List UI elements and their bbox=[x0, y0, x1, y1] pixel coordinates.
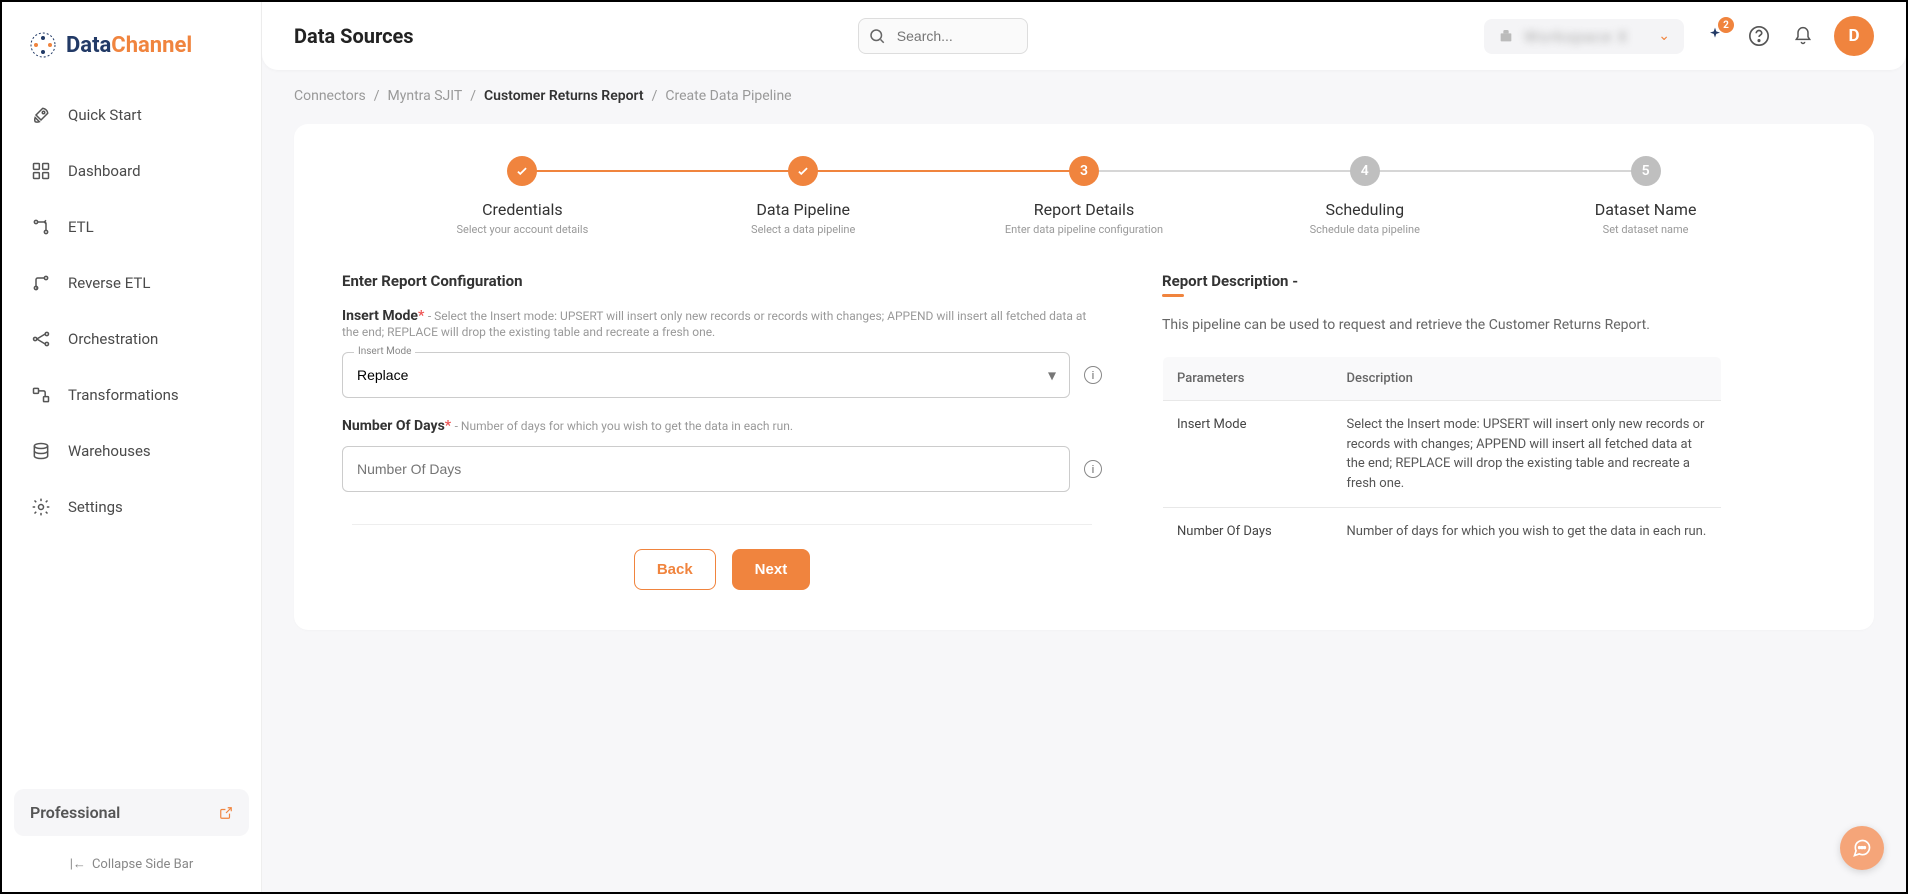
info-icon[interactable]: i bbox=[1084, 460, 1102, 478]
org-name: Workspace X bbox=[1524, 27, 1648, 46]
page-title: Data Sources bbox=[294, 24, 414, 48]
topbar: Data Sources Workspace X ⌄ 2 bbox=[262, 2, 1906, 70]
sidebar-item-label: Dashboard bbox=[68, 162, 141, 180]
collapse-sidebar[interactable]: |← Collapse Side Bar bbox=[14, 856, 249, 872]
logo-text-2: Channel bbox=[111, 33, 192, 58]
next-button[interactable]: Next bbox=[732, 549, 811, 590]
description-column: Report Description - This pipeline can b… bbox=[1162, 272, 1722, 590]
step-scheduling[interactable]: 4 Scheduling Schedule data pipeline bbox=[1224, 156, 1505, 236]
sidebar-item-label: Warehouses bbox=[68, 442, 151, 460]
orchestration-icon bbox=[30, 328, 52, 350]
step-credentials[interactable]: Credentials Select your account details bbox=[382, 156, 663, 236]
nav: Quick Start Dashboard ETL Reverse ETL Or… bbox=[14, 90, 249, 532]
step-data-pipeline[interactable]: Data Pipeline Select a data pipeline bbox=[663, 156, 944, 236]
top-right: Workspace X ⌄ 2 D bbox=[1484, 16, 1874, 56]
step-report-details[interactable]: 3 Report Details Enter data pipeline con… bbox=[944, 156, 1225, 236]
sidebar-item-label: Settings bbox=[68, 498, 123, 516]
search-wrap bbox=[858, 18, 1028, 54]
table-header: Description bbox=[1333, 357, 1722, 401]
button-row: Back Next bbox=[342, 549, 1102, 590]
form-section-title: Enter Report Configuration bbox=[342, 272, 1102, 290]
description-text: This pipeline can be used to request and… bbox=[1162, 315, 1722, 336]
insert-mode-select[interactable] bbox=[342, 352, 1070, 398]
sidebar-item-orchestration[interactable]: Orchestration bbox=[14, 314, 249, 364]
back-button[interactable]: Back bbox=[634, 549, 716, 590]
check-icon bbox=[788, 156, 818, 186]
reverse-etl-icon bbox=[30, 272, 52, 294]
info-icon[interactable]: i bbox=[1084, 366, 1102, 384]
sidebar-bottom: Professional |← Collapse Side Bar bbox=[14, 789, 249, 872]
avatar[interactable]: D bbox=[1834, 16, 1874, 56]
step-dataset-name[interactable]: 5 Dataset Name Set dataset name bbox=[1505, 156, 1786, 236]
sidebar-item-transformations[interactable]: Transformations bbox=[14, 370, 249, 420]
gear-icon bbox=[30, 496, 52, 518]
sidebar-item-settings[interactable]: Settings bbox=[14, 482, 249, 532]
breadcrumb-item[interactable]: Create Data Pipeline bbox=[665, 88, 791, 104]
org-select[interactable]: Workspace X ⌄ bbox=[1484, 19, 1684, 54]
search-icon bbox=[868, 27, 886, 45]
grid-icon bbox=[30, 160, 52, 182]
check-icon bbox=[507, 156, 537, 186]
sidebar-item-label: ETL bbox=[68, 218, 94, 236]
field-number-of-days: Number Of Days* - Number of days for whi… bbox=[342, 418, 1102, 492]
external-link-icon bbox=[219, 806, 233, 820]
plan-label: Professional bbox=[30, 803, 120, 822]
breadcrumb-item-current: Customer Returns Report bbox=[484, 88, 644, 104]
sidebar: DataChannel Quick Start Dashboard ETL Re… bbox=[2, 2, 262, 892]
sidebar-item-reverse-etl[interactable]: Reverse ETL bbox=[14, 258, 249, 308]
breadcrumb-item[interactable]: Connectors bbox=[294, 88, 366, 104]
table-header: Parameters bbox=[1163, 357, 1333, 401]
transformations-icon bbox=[30, 384, 52, 406]
main: Data Sources Workspace X ⌄ 2 bbox=[262, 2, 1906, 892]
etl-icon bbox=[30, 216, 52, 238]
field-insert-mode: Insert Mode* - Select the Insert mode: U… bbox=[342, 308, 1102, 398]
logo-text-1: Data bbox=[66, 33, 111, 58]
parameters-table: Parameters Description Insert Mode Selec… bbox=[1162, 356, 1722, 557]
description-title: Report Description - bbox=[1162, 272, 1722, 290]
logo-icon bbox=[28, 30, 58, 60]
sidebar-item-label: Quick Start bbox=[68, 106, 142, 124]
content-card: Credentials Select your account details … bbox=[294, 124, 1874, 630]
divider bbox=[352, 524, 1092, 525]
stepper: Credentials Select your account details … bbox=[382, 156, 1786, 236]
sidebar-item-quick-start[interactable]: Quick Start bbox=[14, 90, 249, 140]
plan-box[interactable]: Professional bbox=[14, 789, 249, 836]
ai-sparkle-button[interactable]: 2 bbox=[1702, 23, 1728, 49]
float-label: Insert Mode bbox=[354, 346, 415, 357]
sidebar-item-dashboard[interactable]: Dashboard bbox=[14, 146, 249, 196]
help-button[interactable] bbox=[1746, 23, 1772, 49]
chevron-down-icon: ⌄ bbox=[1658, 28, 1670, 44]
form-column: Enter Report Configuration Insert Mode* … bbox=[342, 272, 1102, 590]
sidebar-item-etl[interactable]: ETL bbox=[14, 202, 249, 252]
breadcrumb: Connectors/ Myntra SJIT/ Customer Return… bbox=[262, 70, 1906, 110]
chat-bubble-button[interactable] bbox=[1840, 826, 1884, 870]
logo[interactable]: DataChannel bbox=[14, 22, 249, 80]
sidebar-item-label: Reverse ETL bbox=[68, 274, 150, 292]
number-of-days-input[interactable] bbox=[342, 446, 1070, 492]
rocket-icon bbox=[30, 104, 52, 126]
org-icon bbox=[1498, 28, 1514, 44]
sidebar-item-label: Transformations bbox=[68, 386, 179, 404]
sidebar-item-warehouses[interactable]: Warehouses bbox=[14, 426, 249, 476]
sidebar-item-label: Orchestration bbox=[68, 330, 158, 348]
table-row: Insert Mode Select the Insert mode: UPSE… bbox=[1163, 401, 1722, 508]
breadcrumb-item[interactable]: Myntra SJIT bbox=[388, 88, 463, 104]
database-icon bbox=[30, 440, 52, 462]
collapse-icon: |← bbox=[70, 856, 86, 872]
bell-button[interactable] bbox=[1790, 23, 1816, 49]
notification-badge: 2 bbox=[1718, 17, 1734, 33]
table-row: Number Of Days Number of days for which … bbox=[1163, 508, 1722, 557]
